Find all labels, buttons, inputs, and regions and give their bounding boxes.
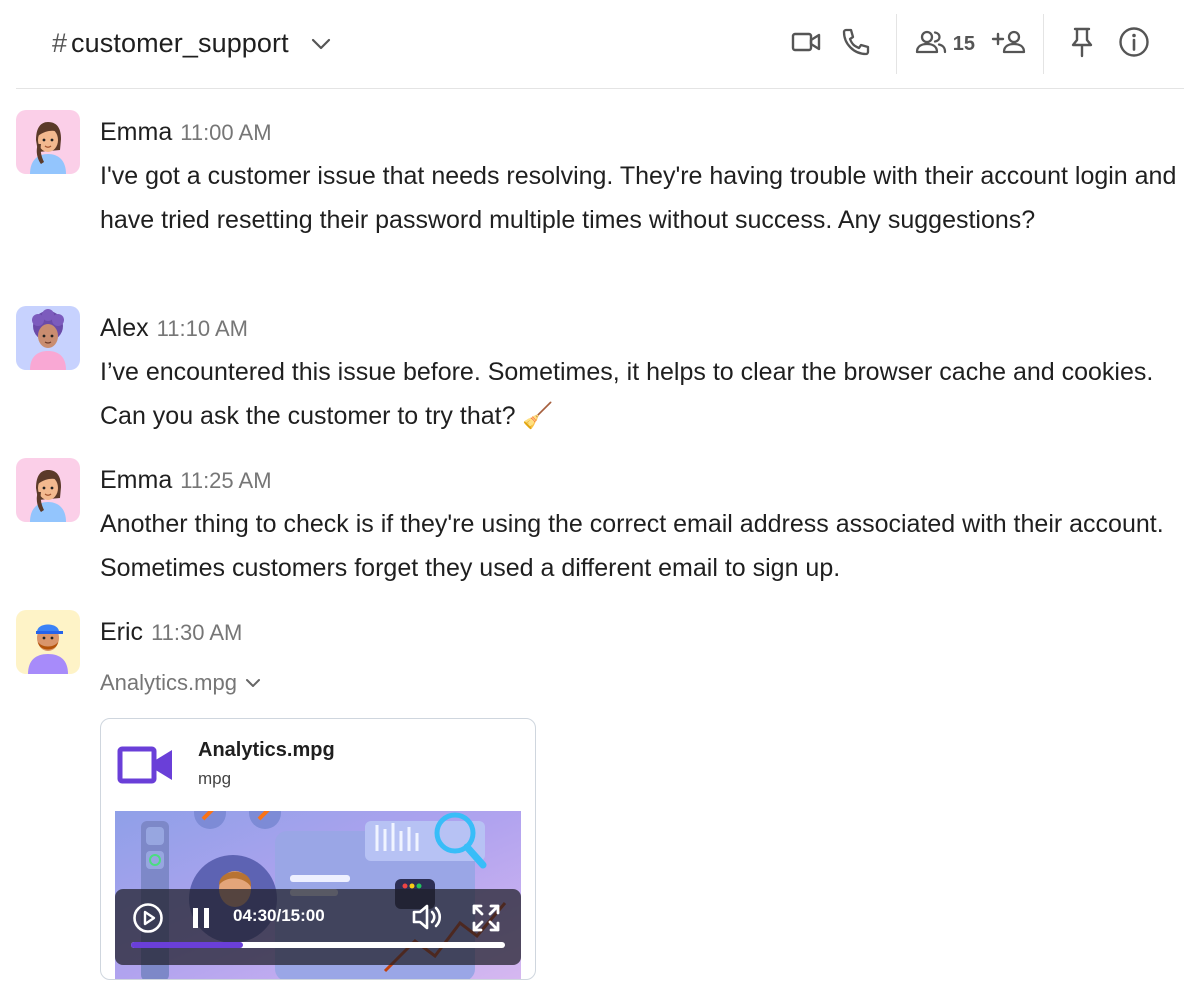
message: Emma 11:25 AM Another thing to check is … [16, 458, 1184, 594]
play-icon [132, 902, 164, 939]
pause-button[interactable] [187, 904, 215, 936]
hash-icon: # [52, 28, 68, 58]
message-text: I’ve encountered this issue before. Some… [100, 358, 1154, 430]
author-name[interactable]: Emma [100, 118, 172, 147]
author-name[interactable]: Emma [100, 466, 172, 495]
video-call-button[interactable] [784, 22, 828, 66]
info-icon [1118, 26, 1150, 63]
channel-name-dropdown[interactable]: # customer_support [52, 28, 331, 59]
add-person-icon [991, 29, 1027, 60]
video-progress-fill [131, 942, 244, 948]
message-meta: Emma 11:00 AM [100, 118, 272, 147]
voice-call-button[interactable] [834, 22, 878, 66]
pin-button[interactable] [1060, 22, 1104, 66]
timestamp: 11:00 AM [180, 120, 272, 145]
fullscreen-button[interactable] [469, 903, 503, 937]
video-time-display: 04:30/15:00 [233, 906, 325, 925]
avatar[interactable] [16, 306, 80, 370]
volume-icon [411, 902, 443, 937]
attachment-card[interactable]: Analytics.mpg mpg 04:30/15:00 [100, 718, 536, 980]
timestamp: 11:25 AM [180, 468, 272, 493]
video-progress-bar[interactable] [131, 942, 505, 948]
message: Eric 11:30 AM Analytics.mpg Analytics.mp… [16, 610, 1184, 990]
video-player[interactable]: 04:30/15:00 [115, 811, 521, 979]
avatar[interactable] [16, 110, 80, 174]
add-member-button[interactable] [989, 22, 1029, 66]
channel-header: # customer_support 15 [16, 0, 1184, 89]
attachment-toggle[interactable]: Analytics.mpg [100, 670, 261, 696]
channel-name: customer_support [71, 28, 289, 58]
fullscreen-icon [471, 903, 501, 938]
header-actions: 15 [784, 14, 1156, 74]
message: Emma 11:00 AM I've got a customer issue … [16, 110, 1184, 290]
pin-icon [1069, 26, 1095, 63]
video-file-icon [117, 745, 175, 790]
play-button[interactable] [131, 902, 165, 939]
message-text: Another thing to check is if they're usi… [100, 510, 1164, 582]
info-button[interactable] [1112, 22, 1156, 66]
chevron-down-icon [245, 678, 261, 688]
chevron-down-icon [311, 38, 331, 50]
volume-button[interactable] [409, 901, 445, 937]
message-meta: Eric 11:30 AM [100, 618, 242, 647]
divider [1043, 14, 1044, 74]
message-text: I've got a customer issue that needs res… [100, 162, 1177, 234]
avatar[interactable] [16, 610, 80, 674]
members-button[interactable]: 15 [915, 22, 975, 66]
message-meta: Alex 11:10 AM [100, 314, 248, 343]
attachment-file-name: Analytics.mpg [198, 739, 335, 761]
people-icon [915, 29, 947, 60]
member-count: 15 [952, 32, 975, 55]
message: Alex 11:10 AM I’ve encountered this issu… [16, 306, 1184, 442]
video-controls: 04:30/15:00 [115, 889, 521, 965]
author-name[interactable]: Eric [100, 618, 143, 647]
message-meta: Emma 11:25 AM [100, 466, 272, 495]
timestamp: 11:10 AM [156, 316, 248, 341]
phone-icon [841, 27, 871, 62]
divider [895, 14, 897, 74]
timestamp: 11:30 AM [151, 620, 243, 645]
author-name[interactable]: Alex [100, 314, 149, 343]
pause-icon [190, 906, 212, 935]
video-camera-icon [791, 31, 821, 58]
attachment-file-type: mpg [198, 769, 232, 788]
attachment-toggle-label: Analytics.mpg [100, 670, 237, 695]
avatar[interactable] [16, 458, 80, 522]
